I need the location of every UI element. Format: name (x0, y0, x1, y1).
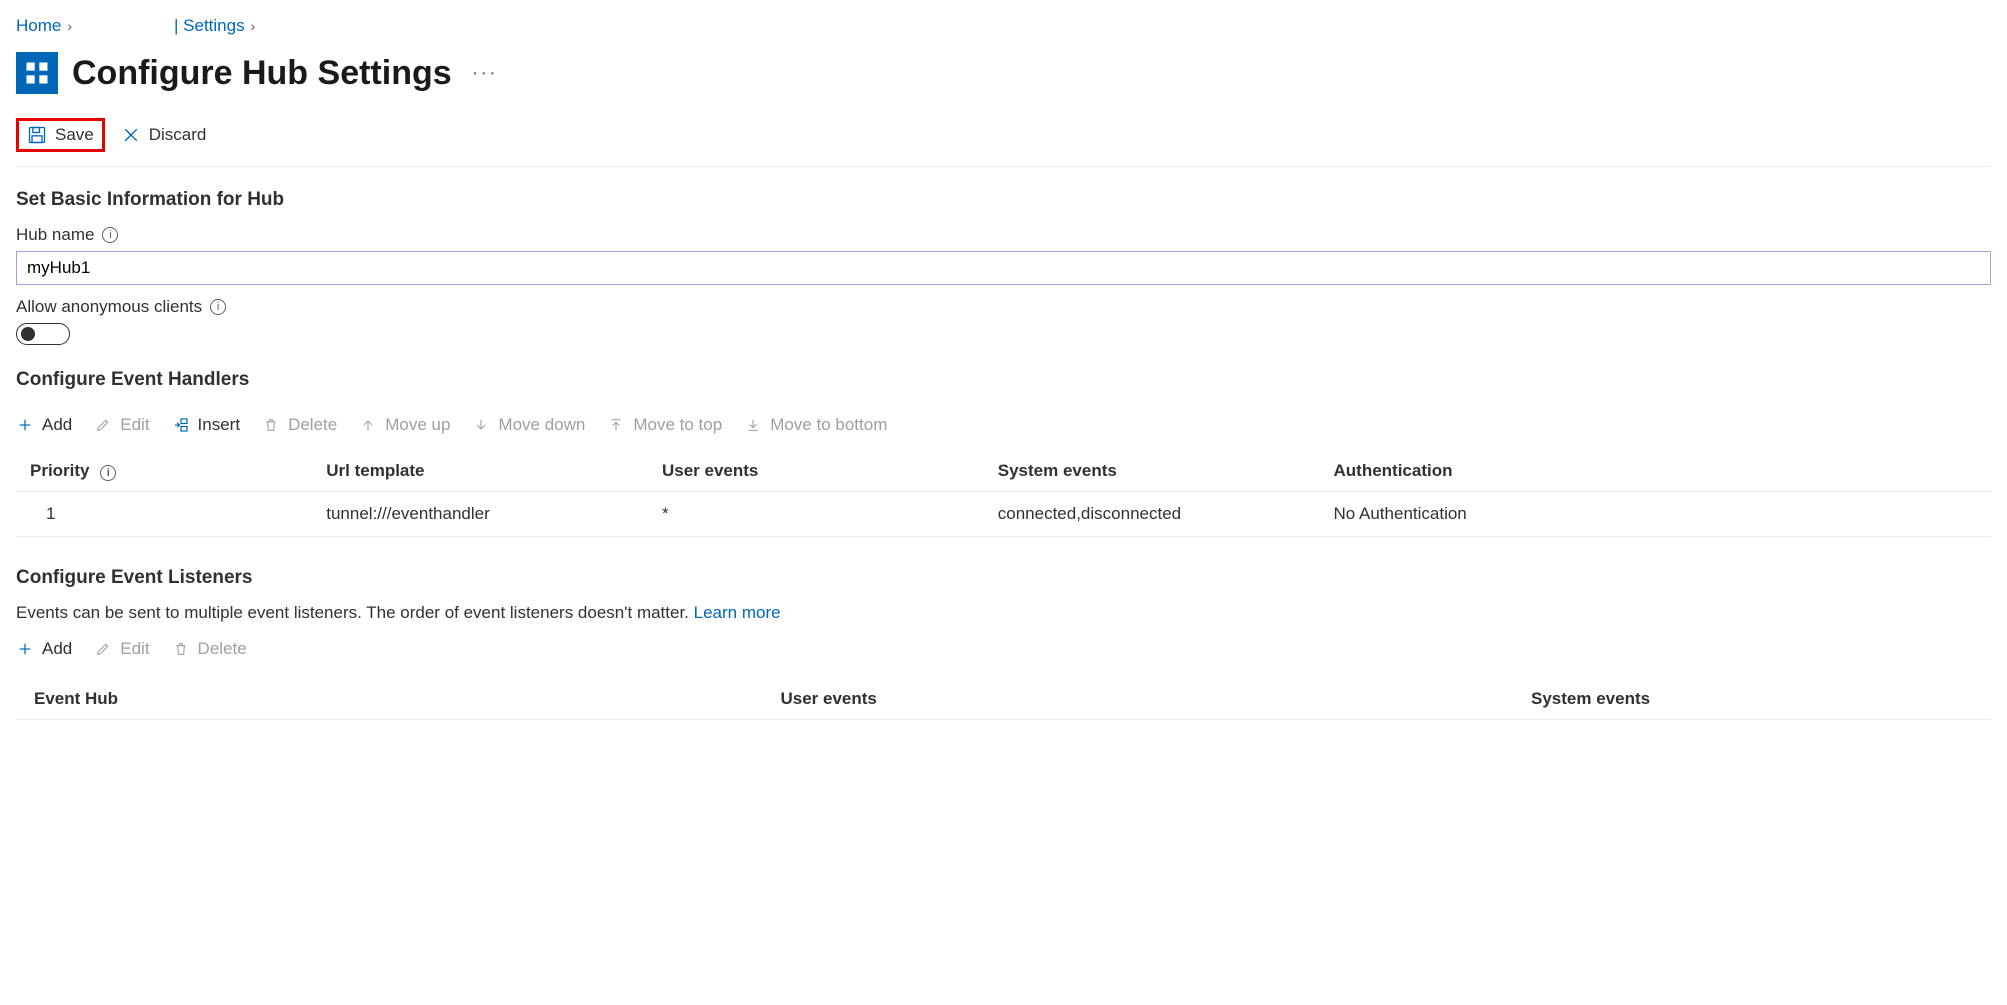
section-basic-title: Set Basic Information for Hub (16, 189, 1991, 211)
handlers-movebottom-button[interactable]: Move to bottom (744, 415, 887, 435)
info-icon[interactable]: i (100, 465, 116, 481)
handlers-moveup-button[interactable]: Move up (359, 415, 450, 435)
col-priority-label: Priority (30, 461, 90, 480)
listeners-command-bar: Add Edit Delete (16, 629, 1991, 669)
page-toolbar: Save Discard (16, 114, 1991, 167)
save-button[interactable]: Save (16, 118, 105, 152)
listeners-helper-text: Events can be sent to multiple event lis… (16, 603, 694, 622)
movedown-label: Move down (498, 415, 585, 435)
save-icon (27, 125, 47, 145)
anon-clients-toggle[interactable] (16, 323, 70, 345)
col-priority[interactable]: Priority i (16, 451, 312, 492)
page-header: Configure Hub Settings ··· (16, 46, 1991, 114)
anon-clients-label: Allow anonymous clients i (16, 297, 1991, 317)
breadcrumb: Home › | Settings › (16, 10, 1991, 46)
handlers-insert-button[interactable]: Insert (172, 415, 241, 435)
cell-user: * (648, 492, 984, 537)
col-auth[interactable]: Authentication (1320, 451, 1992, 492)
add-label: Add (42, 639, 72, 659)
close-icon (121, 125, 141, 145)
breadcrumb-home[interactable]: Home (16, 16, 61, 36)
edit-label: Edit (120, 639, 149, 659)
section-listeners-title: Configure Event Listeners (16, 567, 1991, 589)
insert-icon (172, 416, 190, 434)
movebottom-label: Move to bottom (770, 415, 887, 435)
toggle-knob (21, 327, 35, 341)
add-label: Add (42, 415, 72, 435)
col-url[interactable]: Url template (312, 451, 648, 492)
handlers-table: Priority i Url template User events Syst… (16, 451, 1991, 537)
movetop-label: Move to top (633, 415, 722, 435)
listeners-helper: Events can be sent to multiple event lis… (16, 603, 1991, 623)
handlers-delete-button[interactable]: Delete (262, 415, 337, 435)
pencil-icon (94, 640, 112, 658)
col-system-events[interactable]: System events (984, 451, 1320, 492)
more-button[interactable]: ··· (466, 62, 504, 85)
handlers-movetop-button[interactable]: Move to top (607, 415, 722, 435)
col-user-events[interactable]: User events (767, 679, 1518, 720)
save-label: Save (55, 125, 94, 145)
handlers-command-bar: Add Edit Insert Delete Move up Move down… (16, 405, 1991, 445)
hub-name-label-text: Hub name (16, 225, 94, 245)
section-handlers-title: Configure Event Handlers (16, 369, 1991, 391)
arrow-up-icon (359, 416, 377, 434)
anon-clients-label-text: Allow anonymous clients (16, 297, 202, 317)
delete-label: Delete (288, 415, 337, 435)
insert-label: Insert (198, 415, 241, 435)
discard-label: Discard (149, 125, 207, 145)
listeners-edit-button[interactable]: Edit (94, 639, 149, 659)
info-icon[interactable]: i (210, 299, 226, 315)
arrow-down-icon (472, 416, 490, 434)
col-system-events[interactable]: System events (1517, 679, 1991, 720)
listeners-delete-button[interactable]: Delete (172, 639, 247, 659)
plus-icon (16, 416, 34, 434)
page-title: Configure Hub Settings (72, 54, 452, 93)
col-user-events[interactable]: User events (648, 451, 984, 492)
cell-system: connected,disconnected (984, 492, 1320, 537)
trash-icon (262, 416, 280, 434)
discard-button[interactable]: Discard (111, 119, 217, 151)
col-event-hub[interactable]: Event Hub (16, 679, 767, 720)
pencil-icon (94, 416, 112, 434)
hub-name-input[interactable] (16, 251, 1991, 285)
delete-label: Delete (198, 639, 247, 659)
cell-url: tunnel:///eventhandler (312, 492, 648, 537)
trash-icon (172, 640, 190, 658)
arrow-top-icon (607, 416, 625, 434)
chevron-right-icon: › (251, 18, 256, 34)
handlers-movedown-button[interactable]: Move down (472, 415, 585, 435)
chevron-right-icon: › (67, 18, 72, 34)
hub-name-label: Hub name i (16, 225, 1991, 245)
cell-auth: No Authentication (1320, 492, 1992, 537)
handlers-edit-button[interactable]: Edit (94, 415, 149, 435)
plus-icon (16, 640, 34, 658)
moveup-label: Move up (385, 415, 450, 435)
hub-service-icon (16, 52, 58, 94)
listeners-table: Event Hub User events System events (16, 679, 1991, 720)
cell-priority: 1 (16, 492, 312, 537)
edit-label: Edit (120, 415, 149, 435)
listeners-add-button[interactable]: Add (16, 639, 72, 659)
table-row[interactable]: 1 tunnel:///eventhandler * connected,dis… (16, 492, 1991, 537)
handlers-add-button[interactable]: Add (16, 415, 72, 435)
breadcrumb-settings[interactable]: | Settings (174, 16, 245, 36)
learn-more-link[interactable]: Learn more (694, 603, 781, 622)
info-icon[interactable]: i (102, 227, 118, 243)
arrow-bottom-icon (744, 416, 762, 434)
